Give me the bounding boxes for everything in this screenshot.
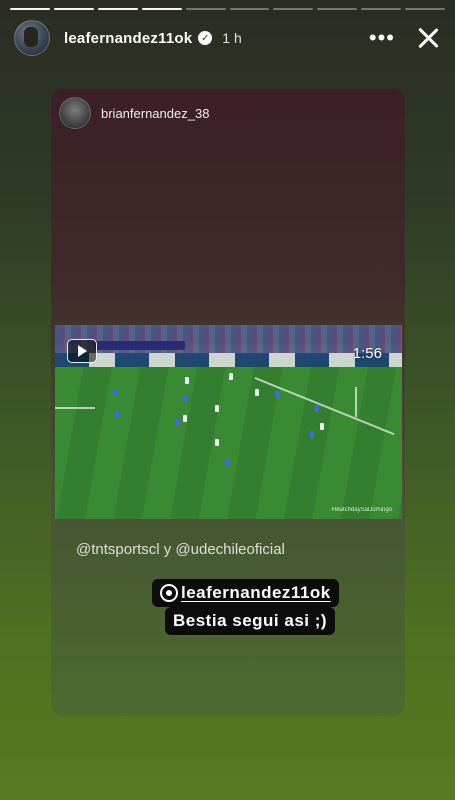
pitch-line (55, 407, 95, 409)
video-watermark: #MatchdaySaDomingo (331, 507, 392, 513)
progress-segment (273, 8, 314, 10)
progress-segment (97, 8, 138, 10)
progress-segment (405, 8, 446, 10)
progress-segment (141, 8, 182, 10)
progress-segment (229, 8, 270, 10)
sticker-message: Bestia segui asi ;) (165, 607, 336, 635)
player (255, 389, 259, 396)
player (315, 405, 319, 412)
more-options-button[interactable]: ••• (369, 27, 395, 49)
player (215, 439, 219, 446)
author-avatar[interactable] (14, 20, 50, 56)
shared-post-header: brianfernandez_38 (59, 97, 209, 129)
player (175, 419, 179, 426)
pitch-line (355, 387, 357, 417)
player (185, 377, 189, 384)
player (225, 459, 229, 466)
pitch-line (254, 377, 395, 435)
player (113, 389, 117, 396)
shared-post-avatar[interactable] (59, 97, 91, 129)
mention-sticker[interactable]: leafernandez11ok Bestia segui asi ;) (152, 579, 339, 635)
author-username[interactable]: leafernandez11ok (64, 30, 192, 47)
progress-segment (53, 8, 94, 10)
progress-segment (361, 8, 402, 10)
shared-post-username[interactable]: brianfernandez_38 (101, 106, 209, 121)
advertising-boards (55, 353, 402, 367)
player (229, 373, 233, 380)
video-thumbnail[interactable]: 1:56 #MatchdaySaDomingo (55, 325, 402, 519)
video-duration: 1:56 (352, 345, 382, 362)
player (215, 405, 219, 412)
player (115, 411, 119, 418)
player (275, 391, 279, 398)
player (310, 431, 314, 438)
player (320, 423, 324, 430)
verified-badge-icon: ✓ (198, 31, 213, 45)
reels-icon (67, 339, 97, 363)
progress-segment (10, 8, 50, 10)
close-icon[interactable] (415, 25, 441, 51)
at-mention-icon (160, 584, 178, 602)
football-pitch (55, 367, 402, 519)
story-header: leafernandez11ok ✓ 1 h ••• (14, 20, 441, 56)
mention-tag[interactable]: leafernandez11ok (152, 579, 339, 607)
progress-segment (317, 8, 358, 10)
player (183, 395, 187, 402)
progress-segment (185, 8, 226, 10)
player (183, 415, 187, 422)
story-progress-bar (10, 8, 446, 10)
post-time: 1 h (222, 30, 242, 46)
mention-handle[interactable]: leafernandez11ok (181, 583, 331, 603)
score-overlay (95, 341, 185, 350)
shared-post-caption: @tntsportscl y @udechileoficial (76, 541, 285, 558)
